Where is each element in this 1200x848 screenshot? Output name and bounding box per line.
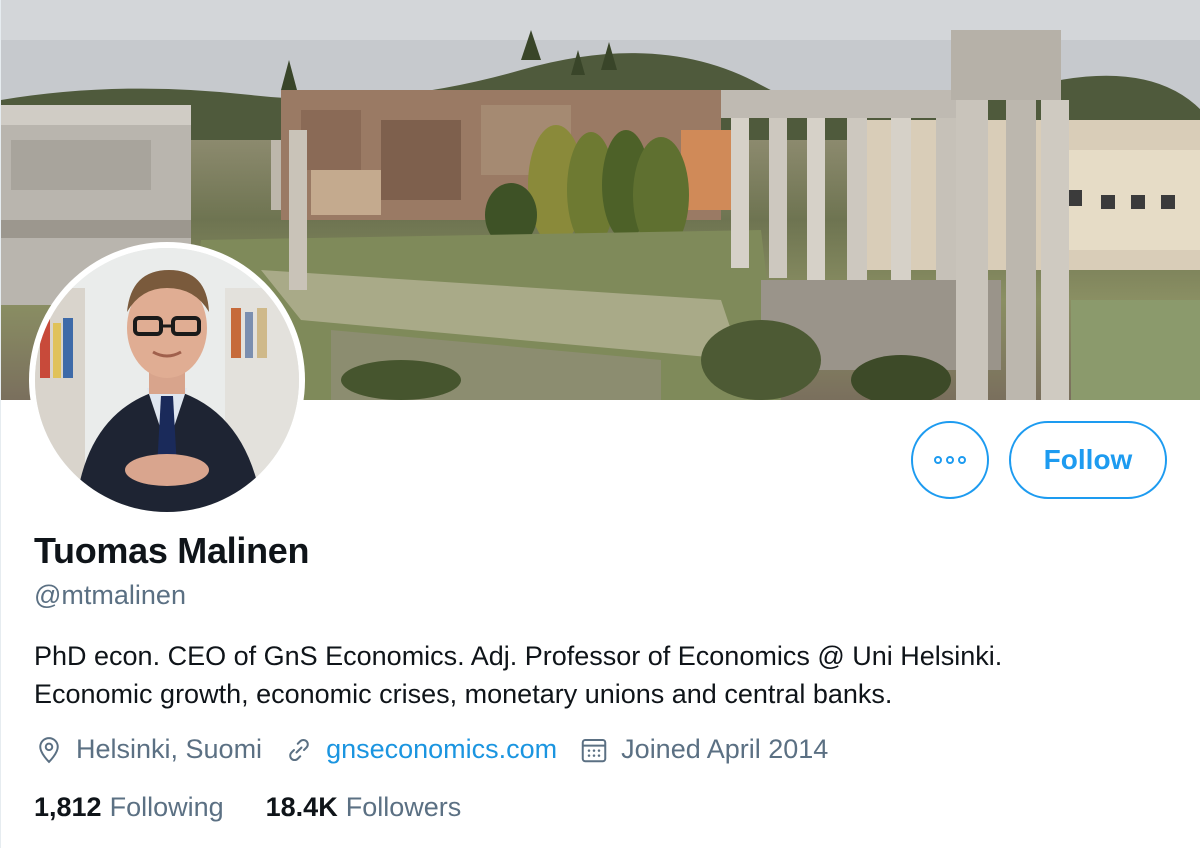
more-options-button[interactable] [911,421,989,499]
follow-button[interactable]: Follow [1009,421,1167,499]
location: Helsinki, Suomi [34,734,262,765]
bio: PhD econ. CEO of GnS Economics. Adj. Pro… [34,637,1174,713]
website-link[interactable]: gnseconomics.com [326,734,557,765]
followers-link[interactable]: 18.4K Followers [266,792,462,823]
join-date: Joined April 2014 [579,734,828,765]
user-handle: @mtmalinen [34,580,186,610]
following-label: Following [109,792,224,822]
avatar[interactable] [29,242,305,518]
bio-line: PhD econ. CEO of GnS Economics. Adj. Pro… [34,641,1003,671]
bio-line: Economic growth, economic crises, moneta… [34,679,893,709]
profile-meta: Helsinki, Suomi gnseconomics.com Joined … [34,734,850,765]
link-icon [289,738,309,761]
followers-label: Followers [345,792,462,822]
follow-stats: 1,812 Following 18.4K Followers [34,792,503,823]
followers-count: 18.4K [265,792,338,822]
calendar-icon [581,738,607,762]
display-name: Tuomas Malinen [34,530,310,571]
website[interactable]: gnseconomics.com [284,734,557,765]
profile-header: Follow Tuomas Malinen @mtmalinen PhD eco… [0,0,1200,848]
following-count: 1,812 [34,792,102,822]
join-date-text: Joined April 2014 [621,734,829,764]
location-text: Helsinki, Suomi [76,734,263,764]
profile-photo [35,248,299,512]
following-link[interactable]: 1,812 Following [34,792,224,823]
more-horizontal-icon [934,456,966,464]
location-pin-icon [39,736,59,763]
